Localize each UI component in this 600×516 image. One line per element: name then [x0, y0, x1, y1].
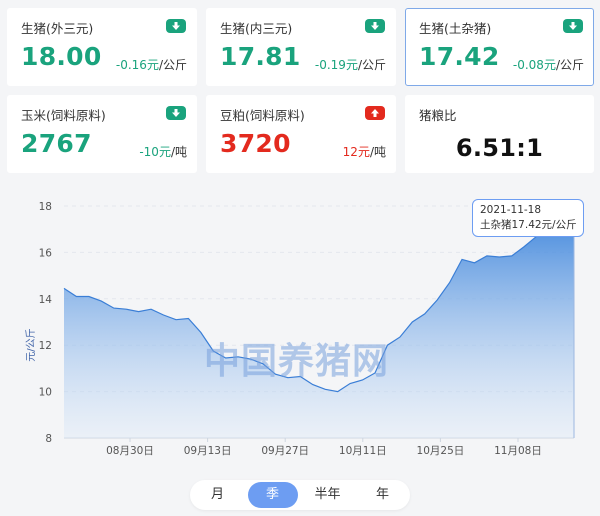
chart-tooltip: 2021-11-18 土杂猪17.42元/公斤 [472, 199, 584, 237]
price-card-tuzazhu[interactable]: 生猪(土杂猪) 17.42 -0.08元/公斤 [405, 8, 594, 86]
hog-grain-ratio-card[interactable]: 猪粮比 6.51:1 [405, 95, 594, 173]
card-change: -0.19元/公斤 [314, 58, 386, 72]
up-arrow-icon [365, 106, 385, 120]
down-arrow-icon [166, 106, 186, 120]
y-tick-label: 8 [45, 433, 52, 445]
y-tick-label: 14 [39, 294, 53, 306]
x-tick-label: 10月11日 [339, 445, 387, 457]
card-change: -0.16元/公斤 [115, 58, 187, 72]
card-name: 豆粕(饲料原料) [220, 108, 305, 123]
y-tick-label: 18 [39, 201, 52, 213]
card-change: -0.08元/公斤 [512, 58, 584, 72]
tab-year[interactable]: 年 [358, 482, 408, 508]
down-arrow-icon [166, 19, 186, 33]
price-card-soymeal[interactable]: 豆粕(饲料原料) 3720 12元/吨 [206, 95, 396, 173]
card-change: 12元/吨 [342, 145, 386, 159]
price-card-neisanyuan[interactable]: 生猪(内三元) 17.81 -0.19元/公斤 [206, 8, 396, 86]
card-name: 猪粮比 [419, 108, 457, 123]
ratio-value: 6.51:1 [455, 134, 544, 162]
card-name: 生猪(内三元) [220, 21, 293, 36]
card-price: 2767 [21, 129, 92, 158]
card-name: 玉米(饲料原料) [21, 108, 106, 123]
card-change: -10元/吨 [139, 145, 187, 159]
x-tick-label: 08月30日 [106, 445, 154, 457]
x-tick-label: 09月13日 [184, 445, 232, 457]
card-price: 18.00 [21, 42, 102, 71]
tooltip-value: 土杂猪17.42元/公斤 [480, 219, 577, 231]
price-card-corn[interactable]: 玉米(饲料原料) 2767 -10元/吨 [7, 95, 197, 173]
tab-half-year[interactable]: 半年 [303, 482, 353, 508]
y-axis-label: 元/公斤 [25, 328, 37, 361]
down-arrow-icon [563, 19, 583, 33]
card-name: 生猪(土杂猪) [419, 21, 492, 36]
card-price: 17.81 [220, 42, 301, 71]
card-name: 生猪(外三元) [21, 21, 94, 36]
tooltip-date: 2021-11-18 [480, 204, 542, 216]
card-price: 3720 [220, 129, 291, 158]
y-tick-label: 12 [39, 340, 52, 352]
card-price: 17.42 [419, 42, 500, 71]
x-tick-label: 09月27日 [261, 445, 309, 457]
y-tick-label: 16 [39, 247, 53, 259]
period-tabs: 月 季 半年 年 [190, 480, 410, 510]
tab-month[interactable]: 月 [193, 482, 243, 508]
down-arrow-icon [365, 19, 385, 33]
watermark: 中国养猪网 [204, 341, 390, 382]
x-tick-label: 10月25日 [417, 445, 465, 457]
price-card-waisanyuan[interactable]: 生猪(外三元) 18.00 -0.16元/公斤 [7, 8, 197, 86]
tab-quarter[interactable]: 季 [247, 482, 298, 508]
x-tick-label: 11月08日 [494, 445, 542, 457]
y-tick-label: 10 [39, 387, 52, 399]
